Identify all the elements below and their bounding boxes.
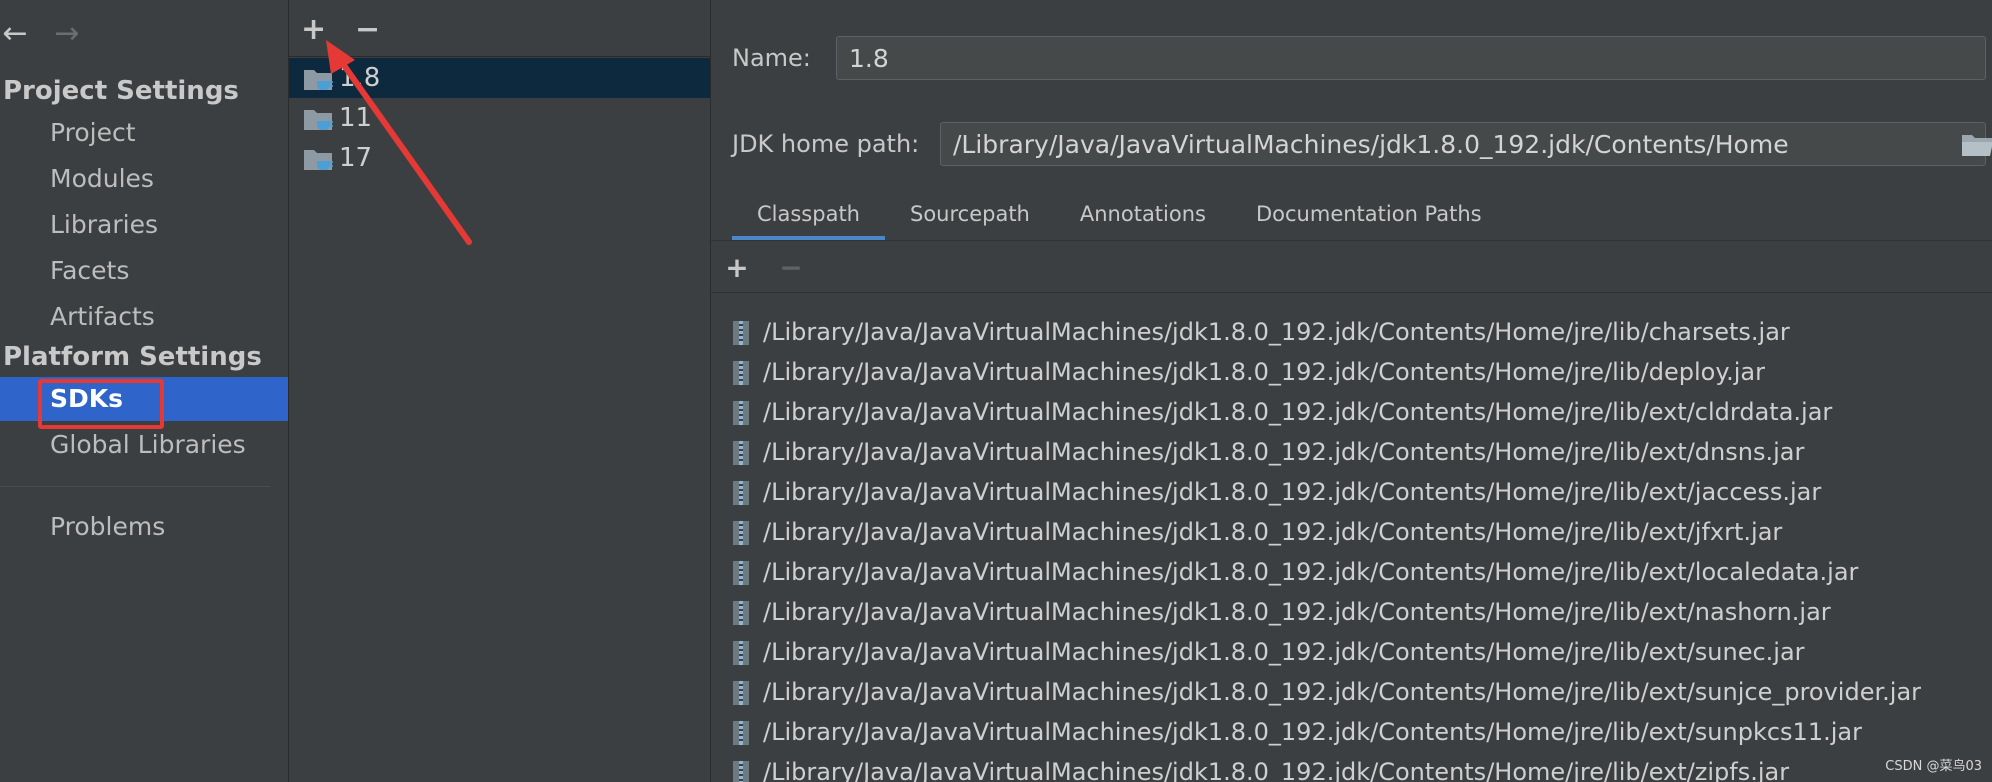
jdk-home-path-input[interactable] (940, 122, 1986, 166)
nav-item-modules[interactable]: Modules (0, 157, 288, 201)
project-structure-dialog: ← → Project Settings Project Modules Lib… (0, 0, 1992, 782)
nav-item-problems[interactable]: Problems (0, 505, 288, 549)
tab-documentation-paths[interactable]: Documentation Paths (1231, 192, 1507, 240)
classpath-row-path: /Library/Java/JavaVirtualMachines/jdk1.8… (763, 318, 1790, 346)
remove-sdk-button[interactable]: − (355, 10, 380, 50)
classpath-row-path: /Library/Java/JavaVirtualMachines/jdk1.8… (763, 598, 1831, 626)
sdk-details-panel: Name: JDK home path: Classpath Sourcepat… (711, 0, 1992, 782)
jar-archive-icon (733, 441, 749, 465)
nav-item-project[interactable]: Project (0, 111, 288, 155)
jar-archive-icon (733, 361, 749, 385)
classpath-row-path: /Library/Java/JavaVirtualMachines/jdk1.8… (763, 358, 1765, 386)
classpath-row-path: /Library/Java/JavaVirtualMachines/jdk1.8… (763, 718, 1862, 746)
classpath-row-path: /Library/Java/JavaVirtualMachines/jdk1.8… (763, 558, 1859, 586)
back-arrow-icon[interactable]: ← (0, 16, 30, 52)
nav-item-artifacts[interactable]: Artifacts (0, 295, 288, 339)
sdk-item-17[interactable]: 17 (289, 138, 710, 178)
name-input[interactable] (836, 36, 1986, 80)
nav-item-sdks[interactable]: SDKs (0, 377, 288, 429)
tab-annotations[interactable]: Annotations (1055, 192, 1231, 240)
classpath-row-path: /Library/Java/JavaVirtualMachines/jdk1.8… (763, 638, 1805, 666)
jar-archive-icon (733, 681, 749, 705)
jar-archive-icon (733, 401, 749, 425)
sdk-list-panel: + − 1.8 11 17 (289, 0, 711, 782)
name-label: Name: (732, 44, 811, 72)
nav-divider (0, 486, 270, 487)
add-sdk-button[interactable]: + (301, 10, 326, 50)
sdk-item-label: 11 (339, 103, 373, 133)
add-path-button[interactable]: + (725, 248, 749, 288)
tabs-divider (711, 240, 1992, 241)
jar-archive-icon (733, 721, 749, 745)
classpath-row-path: /Library/Java/JavaVirtualMachines/jdk1.8… (763, 398, 1833, 426)
sdk-item-1-8[interactable]: 1.8 (289, 58, 710, 98)
jar-archive-icon (733, 641, 749, 665)
jdk-folder-icon (304, 70, 333, 90)
sdk-item-label: 1.8 (339, 63, 381, 93)
jdk-home-path-label: JDK home path: (732, 130, 920, 158)
nav-item-global-libraries[interactable]: Global Libraries (0, 423, 288, 467)
classpath-row-path: /Library/Java/JavaVirtualMachines/jdk1.8… (763, 518, 1783, 546)
nav-item-facets[interactable]: Facets (0, 249, 288, 293)
jar-archive-icon (733, 321, 749, 345)
jdk-folder-icon (304, 110, 333, 130)
tab-classpath[interactable]: Classpath (732, 192, 885, 240)
jdk-folder-icon (304, 150, 333, 170)
classpath-row-path: /Library/Java/JavaVirtualMachines/jdk1.8… (763, 758, 1790, 782)
folder-browse-icon[interactable] (1961, 132, 1992, 158)
red-highlight-box (38, 379, 164, 429)
toolbar-divider (289, 56, 710, 57)
nav-item-libraries[interactable]: Libraries (0, 203, 288, 247)
sdk-item-label: 17 (339, 143, 373, 173)
sdk-path-tabs: Classpath Sourcepath Annotations Documen… (732, 192, 1507, 240)
jar-archive-icon (733, 521, 749, 545)
classpath-toolbar-divider (711, 292, 1992, 293)
tab-sourcepath[interactable]: Sourcepath (885, 192, 1055, 240)
classpath-row-path: /Library/Java/JavaVirtualMachines/jdk1.8… (763, 438, 1805, 466)
history-navigation: ← → (0, 16, 82, 52)
project-settings-heading: Project Settings (3, 76, 239, 106)
jar-archive-icon (733, 761, 749, 782)
platform-settings-heading: Platform Settings (3, 342, 262, 372)
jar-archive-icon (733, 601, 749, 625)
forward-arrow-icon[interactable]: → (52, 16, 82, 52)
settings-navigation: ← → Project Settings Project Modules Lib… (0, 0, 289, 782)
remove-path-button[interactable]: − (779, 248, 803, 288)
sdk-list-toolbar: + − (301, 10, 380, 50)
classpath-row-path: /Library/Java/JavaVirtualMachines/jdk1.8… (763, 678, 1922, 706)
sdk-item-11[interactable]: 11 (289, 98, 710, 138)
classpath-row-path: /Library/Java/JavaVirtualMachines/jdk1.8… (763, 478, 1822, 506)
jar-archive-icon (733, 481, 749, 505)
jar-archive-icon (733, 561, 749, 585)
watermark-text: CSDN @菜鸟03 (1885, 759, 1982, 774)
classpath-toolbar: + − (725, 248, 803, 288)
